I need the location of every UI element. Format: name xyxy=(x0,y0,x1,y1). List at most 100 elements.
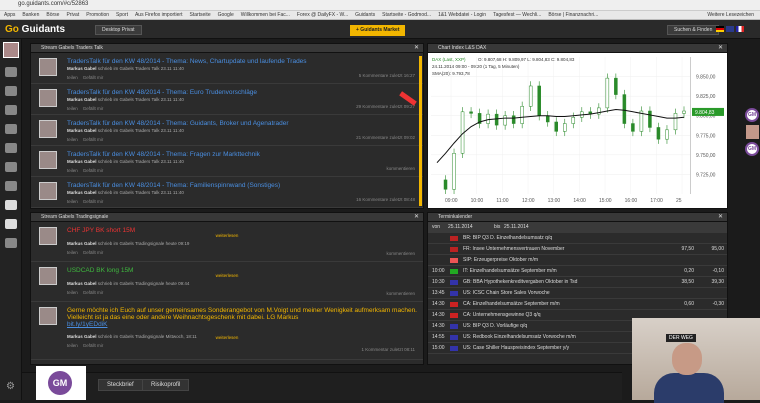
bookmark-item[interactable]: Börse | Finanznachri... xyxy=(548,11,598,19)
calendar-row[interactable]: 14:30 CA: Einzelhandelsumsätze September… xyxy=(428,299,727,310)
bookmark-item[interactable]: Aus Firefox importiert xyxy=(135,11,183,19)
tab-risikoprofil[interactable]: Risikoprofil xyxy=(142,379,190,391)
broker-icon[interactable] xyxy=(5,162,17,172)
bookmark-item[interactable]: Forex @ DailyFX - W... xyxy=(297,11,348,19)
share-link[interactable]: teilen xyxy=(67,137,78,142)
bookmark-item[interactable]: 1&1 Webdatei - Login xyxy=(438,11,486,19)
stream-post[interactable]: TradersTalk für den KW 48/2014 - Thema: … xyxy=(31,84,423,115)
like-link[interactable]: Gefällt mir xyxy=(83,343,104,348)
like-link[interactable]: Gefällt mir xyxy=(83,290,104,295)
bookmark-item[interactable]: Promotion xyxy=(86,11,109,19)
flag-fr-icon[interactable] xyxy=(736,26,744,32)
like-link[interactable]: Gefällt mir xyxy=(83,106,104,111)
calendar-row[interactable]: 10:30 GB: BBA Hypothekenkreditvergaben O… xyxy=(428,277,727,288)
comment-count[interactable]: kommentieren xyxy=(386,251,415,256)
tab-steckbrief[interactable]: Steckbrief xyxy=(98,379,143,391)
calendar-row[interactable]: BR: BIP Q3 D. Einzelhandelsumsatz q/q xyxy=(428,233,727,244)
user-avatar[interactable] xyxy=(3,42,19,58)
calendar-row[interactable]: 10:00 IT: Einzelhandelsumsätze September… xyxy=(428,266,727,277)
bookmark-item[interactable]: Börse xyxy=(46,11,59,19)
monitor-icon[interactable] xyxy=(5,86,17,96)
add-icon[interactable] xyxy=(5,238,17,248)
dax-chart[interactable]: 9.725,009.750,009.775,009.800,009.825,00… xyxy=(428,53,727,208)
like-link[interactable]: Gefällt mir xyxy=(83,75,104,80)
share-link[interactable]: teilen xyxy=(67,290,78,295)
gm-badge[interactable]: GM xyxy=(745,142,759,156)
author-avatar[interactable] xyxy=(39,307,57,325)
comment-count[interactable]: 1 Kommentar zuletzt 08:11 xyxy=(362,347,415,352)
bookmark-item[interactable]: Tagesfest — Wechli... xyxy=(493,11,541,19)
author-avatar[interactable] xyxy=(39,182,57,200)
panel-controls[interactable]: ✕ xyxy=(718,213,723,222)
bookmark-item[interactable]: Sport xyxy=(116,11,128,19)
stream-post[interactable]: TradersTalk für den KW 48/2014 - Thema: … xyxy=(31,146,423,177)
like-link[interactable]: Gefällt mir xyxy=(83,199,104,204)
signal-post[interactable]: CHF JPY BK short 15M weiterlesen Markus … xyxy=(31,222,423,262)
post-title[interactable]: TradersTalk für den KW 48/2014 - Thema: … xyxy=(67,120,417,127)
share-link[interactable]: teilen xyxy=(67,199,78,204)
bookmark-item[interactable]: Startseite xyxy=(189,11,210,19)
read-more-link[interactable]: weiterlesen xyxy=(31,233,423,238)
panel-controls[interactable]: ✕ xyxy=(414,44,419,53)
read-more-link[interactable]: weiterlesen xyxy=(31,335,423,340)
bookmark-item[interactable]: Google xyxy=(218,11,234,19)
panel-controls[interactable]: ✕ xyxy=(718,44,723,53)
share-link[interactable]: teilen xyxy=(67,75,78,80)
bookmark-item[interactable]: Willkommen bei Fac... xyxy=(241,11,290,19)
author-avatar[interactable] xyxy=(39,120,57,138)
panel-controls[interactable]: ✕ xyxy=(414,213,419,222)
more-bookmarks[interactable]: Weitere Lesezeichen xyxy=(707,11,760,19)
guidants-logo[interactable]: Go Guidants xyxy=(5,24,65,35)
like-link[interactable]: Gefällt mir xyxy=(83,137,104,142)
comment-count[interactable]: kommentieren xyxy=(386,166,415,171)
like-link[interactable]: Gefällt mir xyxy=(83,250,104,255)
bookmark-item[interactable]: Banken xyxy=(22,11,39,19)
author-avatar[interactable] xyxy=(39,89,57,107)
url-text[interactable]: go.guidants.com/#c/52863 xyxy=(18,1,88,7)
stream-post[interactable]: TradersTalk für den KW 48/2014 - Thema: … xyxy=(31,177,423,208)
calendar-row[interactable]: SIP: Erzeugerpreise Oktober m/m xyxy=(428,255,727,266)
calendar-row[interactable]: 13:45 US: ICSC Chain Store Sales Vorwoch… xyxy=(428,288,727,299)
like-link[interactable]: Gefällt mir xyxy=(83,168,104,173)
trade-icon[interactable] xyxy=(5,105,17,115)
share-link[interactable]: teilen xyxy=(67,250,78,255)
guidants-market-button[interactable]: + Guidants Market xyxy=(350,25,406,36)
flag-de-icon[interactable] xyxy=(716,26,724,32)
desktop-select-button[interactable]: Desktop Privat xyxy=(95,25,142,35)
share-link[interactable]: teilen xyxy=(67,168,78,173)
flag-gb-icon[interactable] xyxy=(726,26,734,32)
browser-address-bar[interactable]: go.guidants.com/#c/52863 xyxy=(0,0,760,11)
author-avatar[interactable] xyxy=(39,58,57,76)
bookmark-item[interactable]: Privat xyxy=(66,11,79,19)
bookmark-icon[interactable] xyxy=(5,200,17,210)
stream-post[interactable]: TradersTalk für den KW 48/2014 - Thema: … xyxy=(31,115,423,146)
gauge-icon[interactable] xyxy=(5,181,17,191)
search-button[interactable]: Suchen & Finden xyxy=(667,25,720,35)
bookmark-item[interactable]: Apps xyxy=(4,11,15,19)
post-title[interactable]: TradersTalk für den KW 48/2014 - Thema: … xyxy=(67,151,417,158)
share-link[interactable]: teilen xyxy=(67,343,78,348)
scrollbar[interactable] xyxy=(419,56,422,206)
comment-count[interactable]: 5 Kommentare zuletzt 16:27 xyxy=(359,73,415,78)
comment-count[interactable]: 21 Kommentare zuletzt 09:02 xyxy=(356,135,415,140)
bookmark-item[interactable]: Startseite - Godmod... xyxy=(382,11,431,19)
comment-count[interactable]: 16 Kommentare zuletzt 08:48 xyxy=(356,197,415,202)
signal-post[interactable]: USDCAD BK long 15M weiterlesen Markus Ga… xyxy=(31,262,423,302)
signal-post[interactable]: Gerne möchte ich Euch auf unser gemeinsa… xyxy=(31,302,423,360)
read-more-link[interactable]: weiterlesen xyxy=(31,273,423,278)
share-link[interactable]: teilen xyxy=(67,106,78,111)
stream-icon[interactable] xyxy=(5,67,17,77)
bookmark-icon[interactable] xyxy=(5,219,17,229)
post-link[interactable]: bit.ly/1yEDdiK xyxy=(67,321,417,328)
gm-profile-logo[interactable]: GM xyxy=(36,366,86,400)
settings-gear-icon[interactable]: ⚙ xyxy=(6,381,15,392)
post-title[interactable]: TradersTalk für den KW 48/2014 - Thema: … xyxy=(67,182,417,189)
post-title[interactable]: TradersTalk für den KW 48/2014 - Thema: … xyxy=(67,89,417,96)
folder-icon[interactable] xyxy=(5,143,17,153)
stream-post[interactable]: TradersTalk für den KW 48/2014 - Thema: … xyxy=(31,53,423,84)
bookmark-item[interactable]: Guidants xyxy=(355,11,375,19)
chart-icon[interactable] xyxy=(5,124,17,134)
avatar[interactable] xyxy=(746,125,759,139)
post-title[interactable]: TradersTalk für den KW 48/2014 - Thema: … xyxy=(67,58,417,65)
calendar-row[interactable]: FR: Insee Unternehmensvertrauen November… xyxy=(428,244,727,255)
